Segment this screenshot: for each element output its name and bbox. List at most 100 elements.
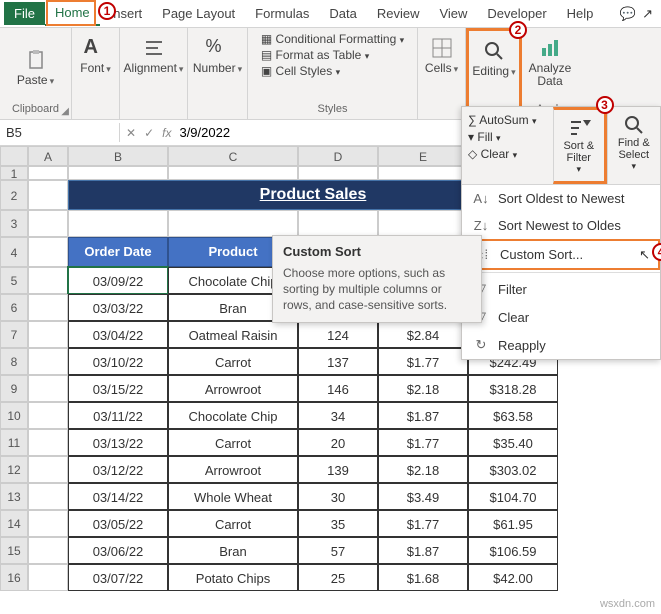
row-header[interactable]: 4 [0,237,28,267]
tab-home[interactable]: Home [45,1,100,26]
cell[interactable]: Oatmeal Raisin [168,321,298,348]
fx-icon[interactable]: fx [162,126,171,140]
cell[interactable]: $2.18 [378,375,468,402]
select-all-corner[interactable] [0,146,28,166]
row-header[interactable]: 15 [0,537,28,564]
share-icon[interactable]: ↗ [642,6,653,22]
row-header[interactable]: 11 [0,429,28,456]
format-as-table-button[interactable]: ▤ Format as Table ▾ [261,48,404,62]
cell[interactable]: Arrowroot [168,456,298,483]
col-header[interactable]: C [168,146,298,166]
cell[interactable]: Arrowroot [168,375,298,402]
clear-button[interactable]: ◇ Clear ▾ [468,147,547,161]
cell[interactable]: $1.77 [378,510,468,537]
conditional-formatting-button[interactable]: ▦ Conditional Formatting ▾ [261,32,404,46]
cell[interactable]: 03/03/22 [68,294,168,321]
row-header[interactable]: 2 [0,180,28,210]
row-header[interactable]: 1 [0,166,28,180]
cell[interactable]: $61.95 [468,510,558,537]
cell[interactable]: $104.70 [468,483,558,510]
cell[interactable]: $2.84 [378,321,468,348]
enter-icon[interactable]: ✓ [144,126,154,140]
cell[interactable]: 03/07/22 [68,564,168,591]
cell[interactable]: $1.77 [378,348,468,375]
cell[interactable]: 20 [298,429,378,456]
cell[interactable]: 03/13/22 [68,429,168,456]
cell[interactable]: 03/10/22 [68,348,168,375]
formula-input[interactable] [179,125,379,140]
cell[interactable]: 30 [298,483,378,510]
cell[interactable]: 03/11/22 [68,402,168,429]
cell[interactable]: $35.40 [468,429,558,456]
find-select-button[interactable]: Find & Select ▾ [607,107,660,184]
col-header[interactable]: A [28,146,68,166]
cell[interactable]: $63.58 [468,402,558,429]
cell[interactable]: $1.77 [378,429,468,456]
cell[interactable]: 137 [298,348,378,375]
cell[interactable]: $106.59 [468,537,558,564]
row-header[interactable]: 10 [0,402,28,429]
tab-view[interactable]: View [429,2,477,25]
cell-styles-button[interactable]: ▣ Cell Styles ▾ [261,64,404,78]
cell[interactable]: 34 [298,402,378,429]
tab-data[interactable]: Data [319,2,366,25]
cell[interactable]: $42.00 [468,564,558,591]
col-header[interactable]: D [298,146,378,166]
row-header[interactable]: 6 [0,294,28,321]
row-header[interactable]: 16 [0,564,28,591]
row-header[interactable]: 8 [0,348,28,375]
cell[interactable]: $1.68 [378,564,468,591]
cell[interactable]: Bran [168,537,298,564]
cell-active[interactable]: 03/09/22 [68,267,168,294]
cell[interactable]: $303.02 [468,456,558,483]
cell[interactable]: 124 [298,321,378,348]
sort-filter-button[interactable]: 3 Sort & Filter ▾ [553,107,607,184]
alignment-button[interactable]: Alignment [118,32,190,79]
cell[interactable]: 35 [298,510,378,537]
cell[interactable]: $318.28 [468,375,558,402]
cell[interactable]: 03/12/22 [68,456,168,483]
cell[interactable]: 03/06/22 [68,537,168,564]
row-header[interactable]: 3 [0,210,28,237]
cell[interactable]: $2.18 [378,456,468,483]
cell[interactable]: $3.49 [378,483,468,510]
row-header[interactable]: 7 [0,321,28,348]
cell[interactable]: Chocolate Chip [168,402,298,429]
sort-oldest-newest[interactable]: A↓Sort Oldest to Newest [462,185,660,212]
cell[interactable]: 03/14/22 [68,483,168,510]
fill-button[interactable]: ▾ Fill ▾ [468,130,547,144]
table-header-date[interactable]: Order Date [68,237,168,267]
row-header[interactable]: 12 [0,456,28,483]
cell[interactable]: 25 [298,564,378,591]
cell[interactable]: $1.87 [378,402,468,429]
comments-icon[interactable]: 💬 [620,6,636,22]
tab-help[interactable]: Help [557,2,604,25]
filter-item[interactable]: ▽Filter [462,275,660,303]
tab-page-layout[interactable]: Page Layout [152,2,245,25]
font-button[interactable]: A Font [74,32,117,79]
cell[interactable]: Carrot [168,429,298,456]
row-header[interactable]: 14 [0,510,28,537]
tab-formulas[interactable]: Formulas [245,2,319,25]
cell[interactable]: Carrot [168,510,298,537]
row-header[interactable]: 5 [0,267,28,294]
tab-review[interactable]: Review [367,2,430,25]
cell[interactable]: Carrot [168,348,298,375]
name-box[interactable]: B5 [0,123,120,142]
analyze-data-button[interactable]: Analyze Data [523,32,578,92]
cell[interactable]: Potato Chips [168,564,298,591]
cell[interactable]: 03/04/22 [68,321,168,348]
editing-button[interactable]: Editing [466,35,521,82]
autosum-button[interactable]: ∑ AutoSum ▾ [468,113,547,127]
row-header[interactable]: 9 [0,375,28,402]
launcher-icon[interactable]: ◢ [61,106,69,117]
cell[interactable]: 03/15/22 [68,375,168,402]
cell[interactable]: Whole Wheat [168,483,298,510]
cancel-icon[interactable]: ✕ [126,126,136,140]
number-button[interactable]: % Number [187,32,248,79]
custom-sort-item[interactable]: ↕⁞Custom Sort... ↖ 4 [462,239,660,270]
cell[interactable]: 57 [298,537,378,564]
col-header[interactable]: B [68,146,168,166]
cell[interactable]: 03/05/22 [68,510,168,537]
col-header[interactable]: E [378,146,468,166]
